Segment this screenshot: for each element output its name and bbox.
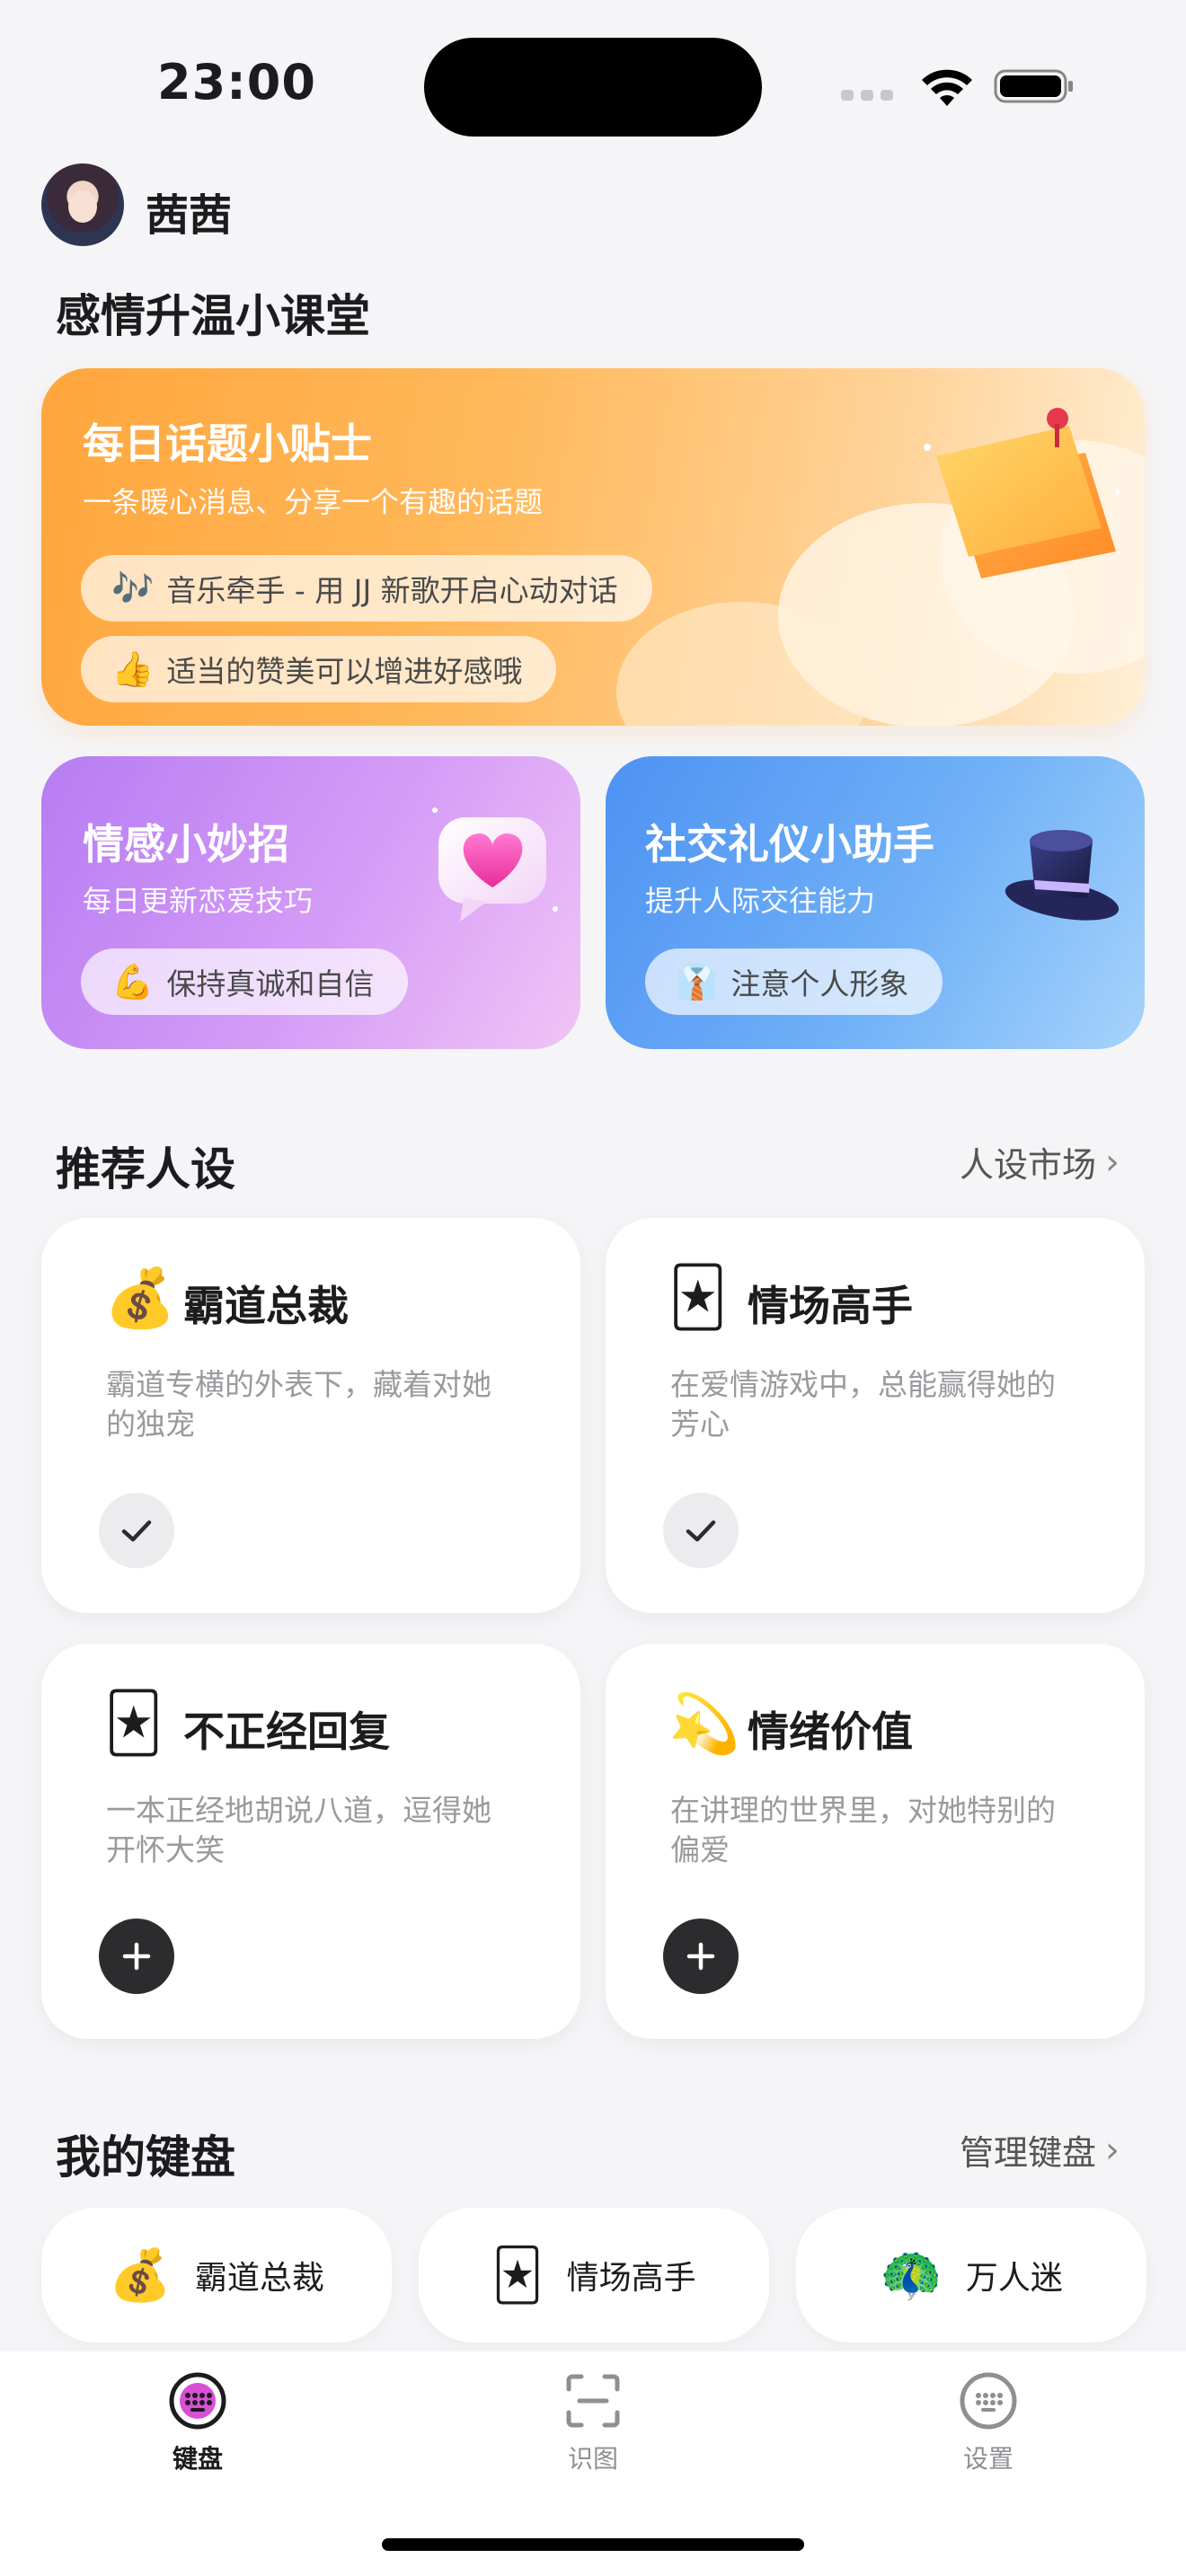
thumbs-up-icon: 👍 — [111, 648, 155, 689]
tab-label: 设置 — [962, 2444, 1013, 2474]
course-section-title: 感情升温小课堂 — [56, 290, 370, 342]
persona-card[interactable]: 🃏 情场高手 在爱情游戏中，总能赢得她的芳心 — [606, 1218, 1145, 1613]
sticky-note-icon — [924, 408, 1120, 578]
cellular-signal-icon — [841, 90, 893, 101]
keyboard-name: 万人迷 — [965, 2260, 1063, 2297]
persona-add-button[interactable] — [663, 1919, 739, 1994]
love-tips-title: 情感小妙招 — [83, 820, 289, 869]
plus-icon — [686, 1942, 715, 1971]
halo-star-icon: 💫 — [668, 1691, 740, 1758]
flexed-biceps-icon: 💪 — [111, 961, 155, 1001]
money-bag-icon: 💰 — [109, 2246, 172, 2305]
joker-card-icon: 🃏 — [104, 1690, 164, 1757]
persona-add-button[interactable] — [99, 1919, 174, 1994]
social-tips-subtitle: 提升人际交往能力 — [645, 884, 876, 918]
username: 茜茜 — [146, 190, 233, 241]
chip-label: 音乐牵手 - 用 JJ 新歌开启心动对话 — [166, 573, 618, 608]
love-tips-card[interactable]: 情感小妙招 每日更新恋爱技巧 💪 保持真诚和自信 — [41, 756, 580, 1049]
persona-added-button[interactable] — [663, 1493, 739, 1568]
persona-description: 一本正经地胡说八道，逗得她开怀大笑 — [106, 1793, 491, 1867]
persona-name: 不正经回复 — [183, 1707, 390, 1756]
persona-name: 情绪价值 — [748, 1707, 913, 1756]
checkmark-icon — [121, 1520, 152, 1542]
daily-tip-subtitle: 一条暖心消息、分享一个有趣的话题 — [83, 485, 544, 519]
personas-section-title: 推荐人设 — [56, 1143, 235, 1195]
top-hat-icon — [1005, 830, 1120, 921]
keyboard-item[interactable]: 🦚 万人迷 — [796, 2208, 1146, 2342]
settings-icon — [960, 2372, 1017, 2430]
topic-chip-compliment[interactable]: 👍 适当的赞美可以增进好感哦 — [81, 636, 557, 702]
money-bag-icon: 💰 — [104, 1266, 176, 1332]
avatar[interactable] — [41, 163, 124, 246]
keyboard-name: 霸道总裁 — [194, 2260, 324, 2297]
status-time: 23:00 — [157, 54, 316, 110]
chevron-right-icon: › — [1105, 2129, 1120, 2171]
tab-keyboard[interactable]: 键盘 — [108, 2371, 288, 2475]
chip-label: 适当的赞美可以增进好感哦 — [166, 654, 523, 689]
manage-keyboards-label: 管理键盘 — [960, 2133, 1097, 2173]
social-tip-chip[interactable]: 👔 注意个人形象 — [645, 948, 943, 1015]
joker-card-icon: 🃏 — [668, 1265, 728, 1331]
topic-chip-music[interactable]: 🎶 音乐牵手 - 用 JJ 新歌开启心动对话 — [81, 555, 652, 622]
tab-label: 键盘 — [172, 2444, 223, 2474]
persona-card[interactable]: 💫 情绪价值 在讲理的世界里，对她特别的偏爱 — [606, 1644, 1145, 2039]
persona-card[interactable]: 🃏 不正经回复 一本正经地胡说八道，逗得她开怀大笑 — [41, 1644, 580, 2039]
persona-market-link[interactable]: 人设市场 › — [960, 1137, 1120, 1187]
persona-name: 情场高手 — [748, 1282, 913, 1330]
plus-icon — [122, 1942, 151, 1971]
manage-keyboards-link[interactable]: 管理键盘 › — [960, 2125, 1120, 2175]
persona-description: 在讲理的世界里，对她特别的偏爱 — [670, 1793, 1056, 1867]
heart-bubble-icon — [432, 807, 558, 922]
home-indicator[interactable] — [382, 2538, 804, 2551]
persona-added-button[interactable] — [99, 1493, 174, 1568]
keyboard-item[interactable]: 💰 霸道总裁 — [41, 2208, 392, 2342]
chip-label: 注意个人形象 — [730, 966, 909, 1001]
keyboards-section-title: 我的键盘 — [56, 2131, 235, 2183]
wifi-icon — [922, 69, 972, 106]
necktie-icon: 👔 — [676, 961, 719, 1001]
social-tips-title: 社交礼仪小助手 — [645, 820, 934, 869]
battery-icon — [994, 69, 1073, 103]
dynamic-island — [424, 38, 762, 137]
chip-label: 保持真诚和自信 — [166, 966, 375, 1001]
chevron-right-icon: › — [1105, 1141, 1120, 1183]
persona-description: 霸道专横的外表下，藏着对她的独宠 — [106, 1367, 491, 1442]
love-tip-chip[interactable]: 💪 保持真诚和自信 — [81, 948, 409, 1015]
scan-icon — [566, 2374, 620, 2428]
keyboard-name: 情场高手 — [566, 2260, 696, 2297]
keyboard-icon — [169, 2372, 226, 2430]
tab-settings[interactable]: 设置 — [898, 2371, 1078, 2475]
keyboard-item[interactable]: 🃏 情场高手 — [419, 2208, 769, 2342]
tab-scan[interactable]: 识图 — [503, 2371, 683, 2475]
love-tips-subtitle: 每日更新恋爱技巧 — [83, 884, 314, 918]
persona-card[interactable]: 💰 霸道总裁 霸道专横的外表下，藏着对她的独宠 — [41, 1218, 580, 1613]
social-etiquette-card[interactable]: 社交礼仪小助手 提升人际交往能力 👔 注意个人形象 — [606, 756, 1145, 1049]
peacock-icon: 🦚 — [880, 2246, 943, 2305]
joker-card-icon: 🃏 — [491, 2245, 544, 2305]
persona-name: 霸道总裁 — [183, 1282, 349, 1330]
music-notes-icon: 🎶 — [111, 568, 155, 608]
daily-topic-tip-card[interactable]: 每日话题小贴士 一条暖心消息、分享一个有趣的话题 🎶 音乐牵手 - 用 JJ 新… — [41, 368, 1145, 726]
checkmark-icon — [686, 1520, 716, 1542]
tab-label: 识图 — [567, 2444, 618, 2474]
persona-market-label: 人设市场 — [960, 1145, 1097, 1185]
daily-tip-title: 每日话题小贴士 — [83, 419, 372, 468]
persona-description: 在爱情游戏中，总能赢得她的芳心 — [670, 1367, 1056, 1442]
